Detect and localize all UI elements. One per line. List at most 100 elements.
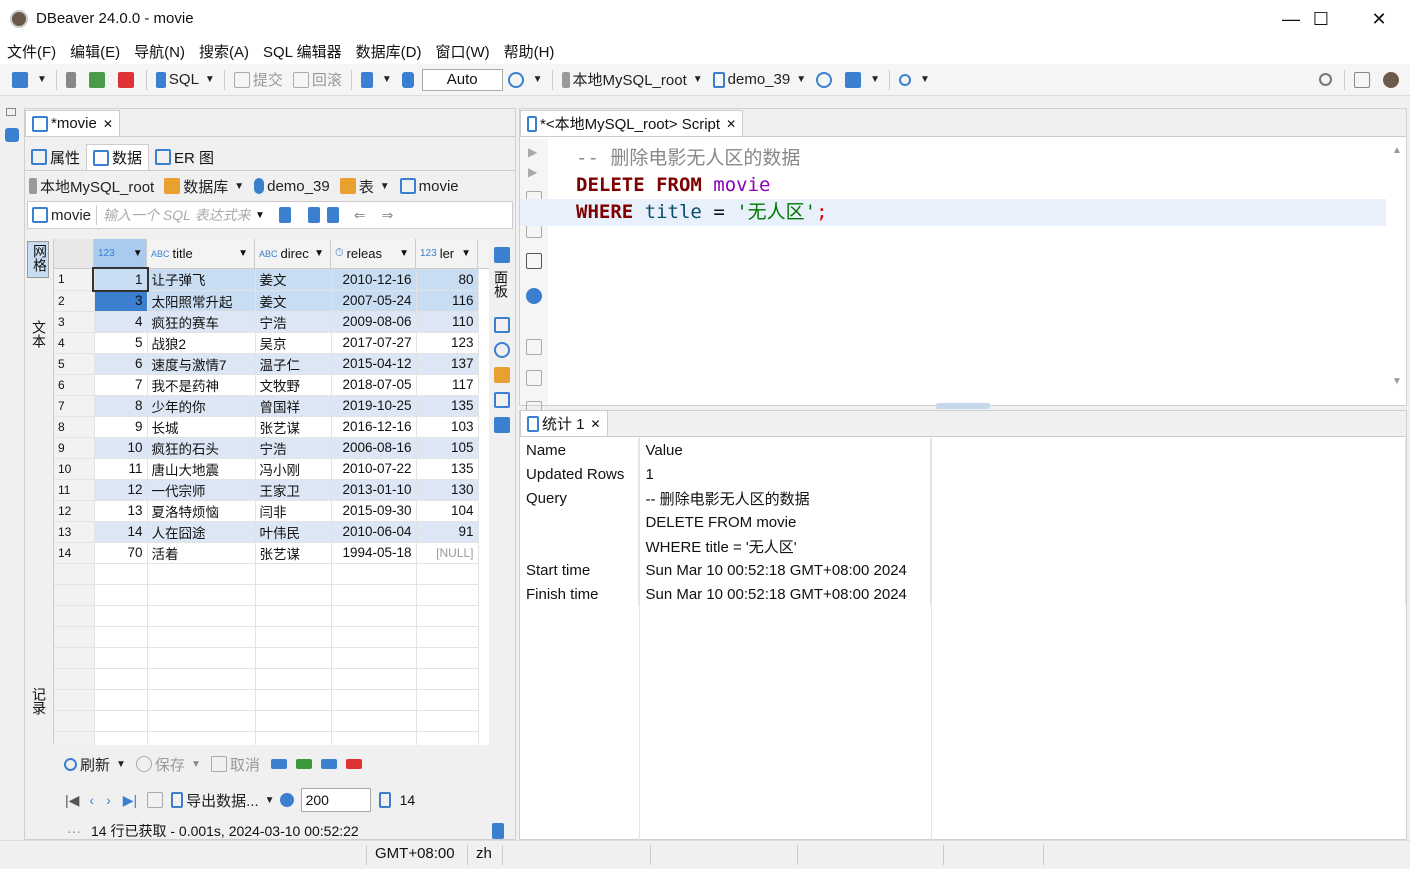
cell-title[interactable]: 人在囧途 bbox=[147, 521, 256, 543]
dashboard-button[interactable] bbox=[816, 71, 835, 88]
table-row[interactable]: 2 3 太阳照常升起 姜文 2007-05-24 116 bbox=[54, 290, 479, 312]
panel-toggle-icon[interactable] bbox=[492, 823, 504, 839]
column-header-id[interactable]: 123 ▼ bbox=[94, 239, 147, 268]
commit-button[interactable]: 提交 bbox=[233, 69, 283, 90]
new-connection-button[interactable]: ▼ bbox=[12, 71, 47, 88]
dbeaver-perspective-button[interactable] bbox=[1383, 71, 1402, 88]
cell-title[interactable]: 活着 bbox=[147, 542, 256, 564]
cell-title[interactable]: 长城 bbox=[147, 416, 256, 438]
close-window-button[interactable]: ✕ bbox=[1350, 0, 1408, 38]
table-row[interactable]: 9 10 疯狂的石头 宁浩 2006-08-16 105 bbox=[54, 437, 479, 459]
cell-length[interactable]: 80 bbox=[416, 269, 479, 291]
cell-director[interactable]: 温子仁 bbox=[255, 353, 332, 375]
row-number[interactable]: 13 bbox=[54, 521, 95, 543]
row-number[interactable]: 4 bbox=[54, 332, 95, 354]
restore-icon[interactable] bbox=[6, 108, 16, 116]
active-schema-selector[interactable]: demo_39 ▼ bbox=[712, 71, 806, 88]
cell-release-date[interactable]: 2010-06-04 bbox=[331, 521, 417, 543]
cell-title[interactable]: 疯狂的赛车 bbox=[147, 311, 256, 333]
perspective-button[interactable] bbox=[1354, 71, 1373, 88]
menu-help[interactable]: 帮助(H) bbox=[497, 41, 562, 62]
value-viewer-icon[interactable] bbox=[494, 342, 510, 358]
first-page-icon[interactable]: |◀ bbox=[65, 792, 79, 809]
cell-length[interactable]: 103 bbox=[416, 416, 479, 438]
maximize-button[interactable]: ☐ bbox=[1292, 0, 1350, 38]
cell-id[interactable]: 12 bbox=[94, 479, 148, 501]
cell-length[interactable]: [NULL] bbox=[416, 542, 479, 564]
cell-release-date[interactable]: 2010-12-16 bbox=[331, 269, 417, 291]
cell-release-date[interactable]: 1994-05-18 bbox=[331, 542, 417, 564]
cell-length[interactable]: 91 bbox=[416, 521, 479, 543]
tools-button[interactable]: ▼ bbox=[845, 71, 880, 88]
breadcrumb-databases[interactable]: 数据库 ▼ bbox=[164, 176, 244, 197]
table-row[interactable]: 5 6 速度与激情7 温子仁 2015-04-12 137 bbox=[54, 353, 479, 375]
next-page-icon[interactable]: › bbox=[106, 792, 111, 808]
cell-release-date[interactable]: 2009-08-06 bbox=[331, 311, 417, 333]
cell-title[interactable]: 疯狂的石头 bbox=[147, 437, 256, 459]
close-tab-icon[interactable]: ✕ bbox=[103, 117, 113, 131]
breadcrumb-connection[interactable]: 本地MySQL_root bbox=[29, 176, 154, 197]
cell-release-date[interactable]: 2017-07-27 bbox=[331, 332, 417, 354]
cell-director[interactable]: 宁浩 bbox=[255, 311, 332, 333]
tab-data[interactable]: 数据 bbox=[86, 144, 150, 170]
cell-id[interactable]: 8 bbox=[94, 395, 148, 417]
table-row[interactable]: 14 70 活着 张艺谋 1994-05-18 [NULL] bbox=[54, 542, 479, 564]
tab-er-diagram[interactable]: ER 图 bbox=[149, 144, 220, 170]
global-search-button[interactable] bbox=[1319, 73, 1335, 86]
cell-title[interactable]: 夏洛特烦恼 bbox=[147, 500, 256, 522]
cell-id[interactable]: 14 bbox=[94, 521, 148, 543]
cell-id[interactable]: 70 bbox=[94, 542, 148, 564]
cell-id[interactable]: 1 bbox=[92, 267, 149, 292]
last-page-icon[interactable]: ▶| bbox=[123, 792, 137, 809]
sort-icon[interactable]: ▼ bbox=[314, 248, 330, 259]
cell-id[interactable]: 13 bbox=[94, 500, 148, 522]
table-row[interactable]: 12 13 夏洛特烦恼 闫非 2015-09-30 104 bbox=[54, 500, 479, 522]
movie-editor-tab[interactable]: *movie ✕ bbox=[25, 110, 120, 136]
rollback-button[interactable]: 回滚 bbox=[292, 69, 342, 90]
close-tab-icon[interactable]: ✕ bbox=[726, 117, 736, 131]
auto-commit-field[interactable]: Auto bbox=[421, 68, 503, 91]
terminal-icon[interactable] bbox=[526, 253, 542, 269]
sort-icon[interactable]: ▼ bbox=[133, 248, 143, 259]
table-row[interactable]: 8 9 长城 张艺谋 2016-12-16 103 bbox=[54, 416, 479, 438]
aggregate-icon[interactable] bbox=[494, 417, 510, 433]
cell-length[interactable]: 110 bbox=[416, 311, 479, 333]
filter-apply-icon[interactable] bbox=[307, 207, 320, 223]
table-row[interactable]: 7 8 少年的你 曾国祥 2019-10-25 135 bbox=[54, 395, 479, 417]
sort-icon[interactable]: ▼ bbox=[238, 248, 254, 259]
script-editor-tab[interactable]: *<本地MySQL_root> Script ✕ bbox=[520, 110, 744, 136]
metadata-icon[interactable] bbox=[494, 367, 510, 383]
row-number[interactable]: 7 bbox=[54, 395, 95, 417]
cell-release-date[interactable]: 2019-10-25 bbox=[331, 395, 417, 417]
column-header-length[interactable]: 123 ler ▼ bbox=[416, 239, 478, 268]
sort-icon[interactable]: ▼ bbox=[461, 248, 477, 259]
cell-length[interactable]: 130 bbox=[416, 479, 479, 501]
splitter-handle[interactable] bbox=[936, 403, 990, 409]
find-button[interactable]: ▼ bbox=[899, 73, 930, 86]
cell-length[interactable]: 135 bbox=[416, 458, 479, 480]
sql-editor-button[interactable]: SQL ▼ bbox=[155, 71, 215, 88]
row-number[interactable]: 1 bbox=[54, 269, 95, 291]
cell-length[interactable]: 123 bbox=[416, 332, 479, 354]
table-row[interactable]: 4 5 战狼2 吴京 2017-07-27 123 bbox=[54, 332, 479, 354]
table-row[interactable]: 3 4 疯狂的赛车 宁浩 2009-08-06 110 bbox=[54, 311, 479, 333]
editor-scrollbar[interactable]: ▲ ▼ bbox=[1390, 145, 1404, 395]
filter-erase-icon[interactable] bbox=[278, 207, 291, 223]
database-navigator-icon[interactable] bbox=[5, 128, 19, 142]
cell-release-date[interactable]: 2015-09-30 bbox=[331, 500, 417, 522]
sort-icon[interactable]: ▼ bbox=[399, 248, 415, 259]
cell-id[interactable]: 10 bbox=[94, 437, 148, 459]
record-view-tab[interactable]: 记录 bbox=[29, 687, 47, 718]
cancel-button[interactable]: 取消 bbox=[210, 754, 260, 775]
cell-title[interactable]: 太阳照常升起 bbox=[147, 290, 256, 312]
cell-release-date[interactable]: 2015-04-12 bbox=[331, 353, 417, 375]
column-header-director[interactable]: ABC direc ▼ bbox=[255, 239, 331, 268]
grid-layout-icon[interactable] bbox=[494, 317, 510, 333]
cell-director[interactable]: 闫非 bbox=[255, 500, 332, 522]
text-view-tab[interactable]: 文本 bbox=[27, 318, 49, 353]
cell-title[interactable]: 我不是药神 bbox=[147, 374, 256, 396]
filter-input[interactable]: 输入一个 SQL 表达式来过滤结果 (使用 Ctrl+Space) bbox=[103, 205, 251, 225]
menu-sql-editor[interactable]: SQL 编辑器 bbox=[256, 41, 349, 62]
history-button[interactable]: ▼ bbox=[507, 71, 543, 88]
fetch-all-icon[interactable] bbox=[147, 792, 164, 808]
